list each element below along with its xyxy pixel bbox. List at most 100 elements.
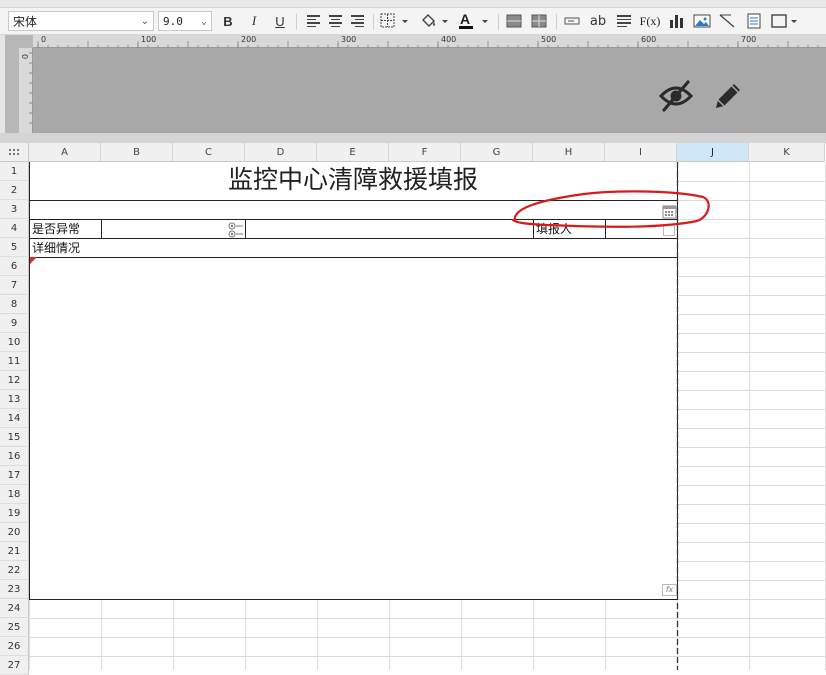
design-canvas[interactable] — [33, 48, 826, 133]
chevron-down-icon: ⌄ — [200, 15, 207, 27]
row-header-4[interactable]: 4 — [0, 219, 29, 238]
font-color-button[interactable]: A — [457, 11, 491, 31]
insert-chart-button[interactable] — [667, 11, 687, 31]
column-header-c[interactable]: C — [173, 143, 245, 162]
align-right-button[interactable] — [347, 11, 367, 31]
column-header-a[interactable]: A — [29, 143, 101, 162]
row-header-23[interactable]: 23 — [0, 580, 29, 599]
frame-border-button[interactable] — [770, 11, 800, 31]
chevron-down-icon: ⌄ — [140, 15, 149, 27]
ruler-label: 700 — [741, 35, 757, 44]
insert-image-button[interactable] — [692, 11, 712, 31]
horizontal-ruler: 0 100 200 300 400 500 600 700 — [33, 35, 826, 48]
ruler-label: 0 — [41, 35, 47, 44]
vertical-ruler: 0 — [19, 48, 33, 133]
font-family-select[interactable]: 宋体 ⌄ — [8, 11, 154, 31]
row-header-27[interactable]: 27 — [0, 656, 29, 675]
pencil-icon[interactable] — [710, 78, 746, 114]
column-header-e[interactable]: E — [317, 143, 389, 162]
split-cells-button[interactable] — [530, 11, 548, 31]
text-field-icon — [564, 17, 580, 25]
radio-widget-icon[interactable] — [227, 222, 247, 238]
row-header-16[interactable]: 16 — [0, 447, 29, 466]
row-header-17[interactable]: 17 — [0, 466, 29, 485]
row-header-26[interactable]: 26 — [0, 637, 29, 656]
row-header-12[interactable]: 12 — [0, 371, 29, 390]
font-size-select[interactable]: 9.0 ⌄ — [158, 11, 212, 31]
comment-indicator-icon — [30, 257, 37, 264]
column-header-i[interactable]: I — [605, 143, 677, 162]
window-top-strip — [0, 0, 826, 8]
row-header-25[interactable]: 25 — [0, 618, 29, 637]
align-justify-button[interactable] — [613, 11, 633, 31]
justify-icon — [616, 15, 631, 27]
column-header-b[interactable]: B — [101, 143, 173, 162]
bold-button[interactable]: B — [218, 11, 238, 31]
align-center-button[interactable] — [325, 11, 345, 31]
input-widget-button[interactable] — [562, 11, 582, 31]
column-header-k[interactable]: K — [749, 143, 825, 162]
border-button[interactable] — [380, 11, 410, 31]
align-left-button[interactable] — [303, 11, 323, 31]
row-header-19[interactable]: 19 — [0, 504, 29, 523]
formula-button[interactable]: F(x) — [637, 11, 663, 31]
eye-slash-icon[interactable] — [658, 78, 694, 114]
abnormal-label[interactable]: 是否异常 — [32, 220, 80, 237]
cell-grid[interactable]: 监控中心清障救援填报 是否异常 填报人 详细情况 fx — [29, 162, 826, 670]
detail-label[interactable]: 详细情况 — [32, 239, 80, 256]
grid-dots-icon — [9, 149, 19, 155]
red-annotation-circle — [511, 190, 710, 228]
align-center-icon — [328, 15, 342, 27]
row-header-24[interactable]: 24 — [0, 599, 29, 618]
ruler-label: 100 — [141, 35, 157, 44]
row-header-2[interactable]: 2 — [0, 181, 29, 200]
row-header-3[interactable]: 3 — [0, 200, 29, 219]
vertical-ruler-ticks — [29, 52, 33, 124]
diagonal-line-icon — [719, 14, 735, 28]
toolbar-separator — [296, 14, 297, 30]
italic-button[interactable]: I — [244, 11, 264, 31]
row-header-8[interactable]: 8 — [0, 295, 29, 314]
column-header-j[interactable]: J — [677, 143, 749, 162]
select-all-corner[interactable] — [0, 143, 29, 162]
row-header-20[interactable]: 20 — [0, 523, 29, 542]
font-size-value: 9.0 — [163, 14, 183, 28]
cell-attribute-button[interactable] — [744, 11, 764, 31]
row-header-13[interactable]: 13 — [0, 390, 29, 409]
design-area: 0 100 200 300 400 500 600 700 0 — [5, 35, 826, 133]
document-icon — [747, 13, 761, 29]
row-header-6[interactable]: 6 — [0, 257, 29, 276]
split-cells-icon — [531, 14, 547, 28]
row-header-22[interactable]: 22 — [0, 561, 29, 580]
column-header-g[interactable]: G — [461, 143, 533, 162]
ruler-label: 400 — [441, 35, 457, 44]
column-header-d[interactable]: D — [245, 143, 317, 162]
frame-border-icon — [771, 14, 797, 28]
row-header-1[interactable]: 1 — [0, 162, 29, 181]
column-header-h[interactable]: H — [533, 143, 605, 162]
row-header-9[interactable]: 9 — [0, 314, 29, 333]
text-wrap-button[interactable]: ab — [587, 11, 609, 31]
toolbar-separator — [556, 14, 557, 30]
align-right-icon — [350, 15, 364, 27]
fill-color-button[interactable] — [420, 11, 450, 31]
row-header-18[interactable]: 18 — [0, 485, 29, 504]
row-header-7[interactable]: 7 — [0, 276, 29, 295]
ruler-label: 200 — [241, 35, 257, 44]
row-header-15[interactable]: 15 — [0, 428, 29, 447]
row-header-14[interactable]: 14 — [0, 409, 29, 428]
font-family-value: 宋体 — [13, 14, 38, 29]
column-header-f[interactable]: F — [389, 143, 461, 162]
underline-button[interactable]: U — [270, 11, 290, 31]
row-header-21[interactable]: 21 — [0, 542, 29, 561]
formula-marker[interactable]: fx — [662, 584, 677, 596]
separator-band — [0, 133, 826, 143]
toolbar-separator — [373, 14, 374, 30]
row-header-5[interactable]: 5 — [0, 238, 29, 257]
row-header-10[interactable]: 10 — [0, 333, 29, 352]
row-header-11[interactable]: 11 — [0, 352, 29, 371]
slash-header-button[interactable] — [717, 11, 737, 31]
ruler-label: 600 — [641, 35, 657, 44]
merge-cells-button[interactable] — [505, 11, 523, 31]
formatting-toolbar: 宋体 ⌄ 9.0 ⌄ B I U A ab F(x) — [0, 8, 826, 35]
